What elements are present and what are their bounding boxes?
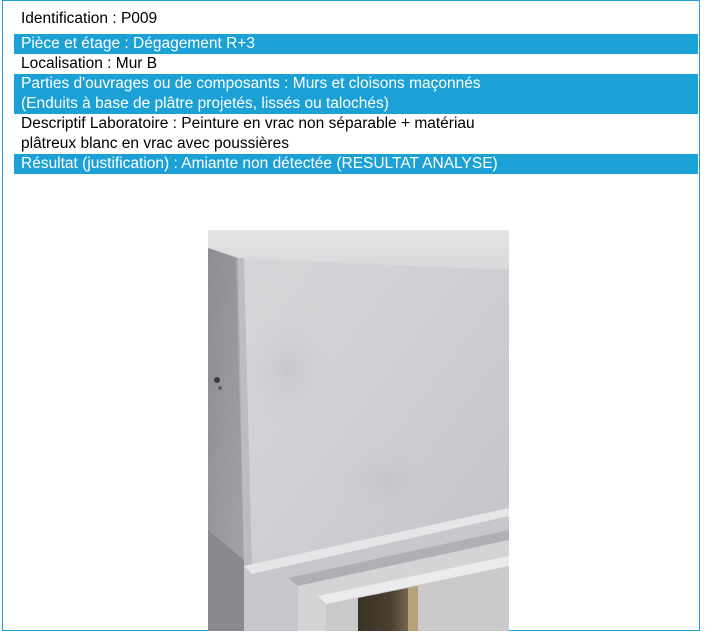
- piece-etage-row: Pièce et étage : Dégagement R+3: [14, 34, 698, 54]
- parties-ouvrages-row: Parties d'ouvrages ou de composants : Mu…: [14, 74, 698, 114]
- descriptif-line-2: plâtreux blanc en vrac avec poussières: [21, 135, 289, 152]
- identification-text: Identification : P009: [21, 10, 158, 27]
- parties-ouvrages-line-1: Parties d'ouvrages ou de composants : Mu…: [21, 75, 481, 92]
- sample-location-photo: [208, 230, 509, 631]
- localisation-text: Localisation : Mur B: [21, 55, 158, 72]
- resultat-text: Résultat (justification) : Amiante non d…: [21, 155, 498, 172]
- piece-etage-text: Pièce et étage : Dégagement R+3: [21, 35, 255, 52]
- identification-row: Identification : P009: [14, 9, 698, 31]
- descriptif-line-1: Descriptif Laboratoire : Peinture en vra…: [21, 115, 475, 132]
- localisation-row: Localisation : Mur B: [14, 54, 698, 74]
- parties-ouvrages-line-2: (Enduits à base de plâtre projetés, liss…: [21, 95, 389, 112]
- descriptif-row: Descriptif Laboratoire : Peinture en vra…: [14, 114, 698, 154]
- resultat-row: Résultat (justification) : Amiante non d…: [14, 154, 698, 174]
